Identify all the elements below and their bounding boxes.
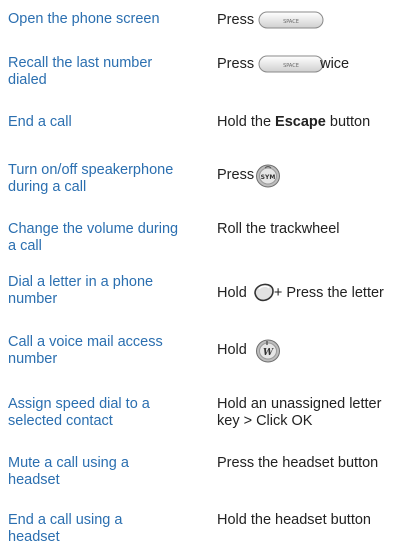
task-label: Mute a call using a headset: [8, 455, 129, 488]
instruction-text: + Press the letter: [273, 284, 384, 301]
task-label: Open the phone screen: [8, 11, 160, 27]
instruction-text: Hold the: [217, 114, 272, 130]
task-label: End a call using a headset: [8, 512, 123, 545]
instruction-text: Press: [217, 11, 255, 28]
task-label: End a call: [8, 114, 72, 130]
instruction: Press SYM: [217, 162, 409, 188]
escape-key-name: Escape: [275, 114, 326, 130]
instruction: Press the headset button: [217, 455, 379, 471]
task-label: Turn on/off speakerphone during a call: [8, 162, 174, 195]
instruction: Press SPACE wice: [217, 55, 409, 73]
instruction-suffix: wice: [320, 55, 350, 72]
instruction-text: Hold: [217, 341, 247, 358]
instruction: Hold + Press the letter: [217, 279, 409, 307]
instruction-text: Hold: [217, 284, 247, 301]
space-key-icon: SPACE: [258, 55, 324, 73]
key-label: SYM: [261, 174, 276, 181]
instruction: Hold W: [217, 337, 409, 363]
task-label: Assign speed dial to a selected contact: [8, 396, 150, 429]
sym-key-icon: SYM: [256, 164, 281, 188]
key-label: SPACE: [283, 19, 299, 25]
instruction-text: Press: [217, 55, 255, 72]
instruction: Press SPACE: [217, 11, 409, 29]
w-key-icon: W: [255, 339, 280, 363]
key-label: W: [263, 348, 274, 358]
task-label: Change the volume during a call: [8, 221, 179, 254]
instruction: Hold an unassigned letter key > Click OK: [217, 396, 382, 429]
task-label: Recall the last number dialed: [8, 55, 153, 88]
instruction: Hold the headset button: [217, 512, 371, 528]
task-label: Dial a letter in a phone number: [8, 274, 154, 307]
task-label: Call a voice mail access number: [8, 334, 163, 367]
instruction-text: Press: [217, 166, 255, 183]
key-label: SPACE: [283, 63, 299, 69]
instruction-text: button: [329, 114, 371, 130]
instruction: Hold the Escape button: [217, 114, 409, 131]
instruction: Roll the trackwheel: [217, 221, 340, 237]
space-key-icon: SPACE: [258, 11, 324, 29]
